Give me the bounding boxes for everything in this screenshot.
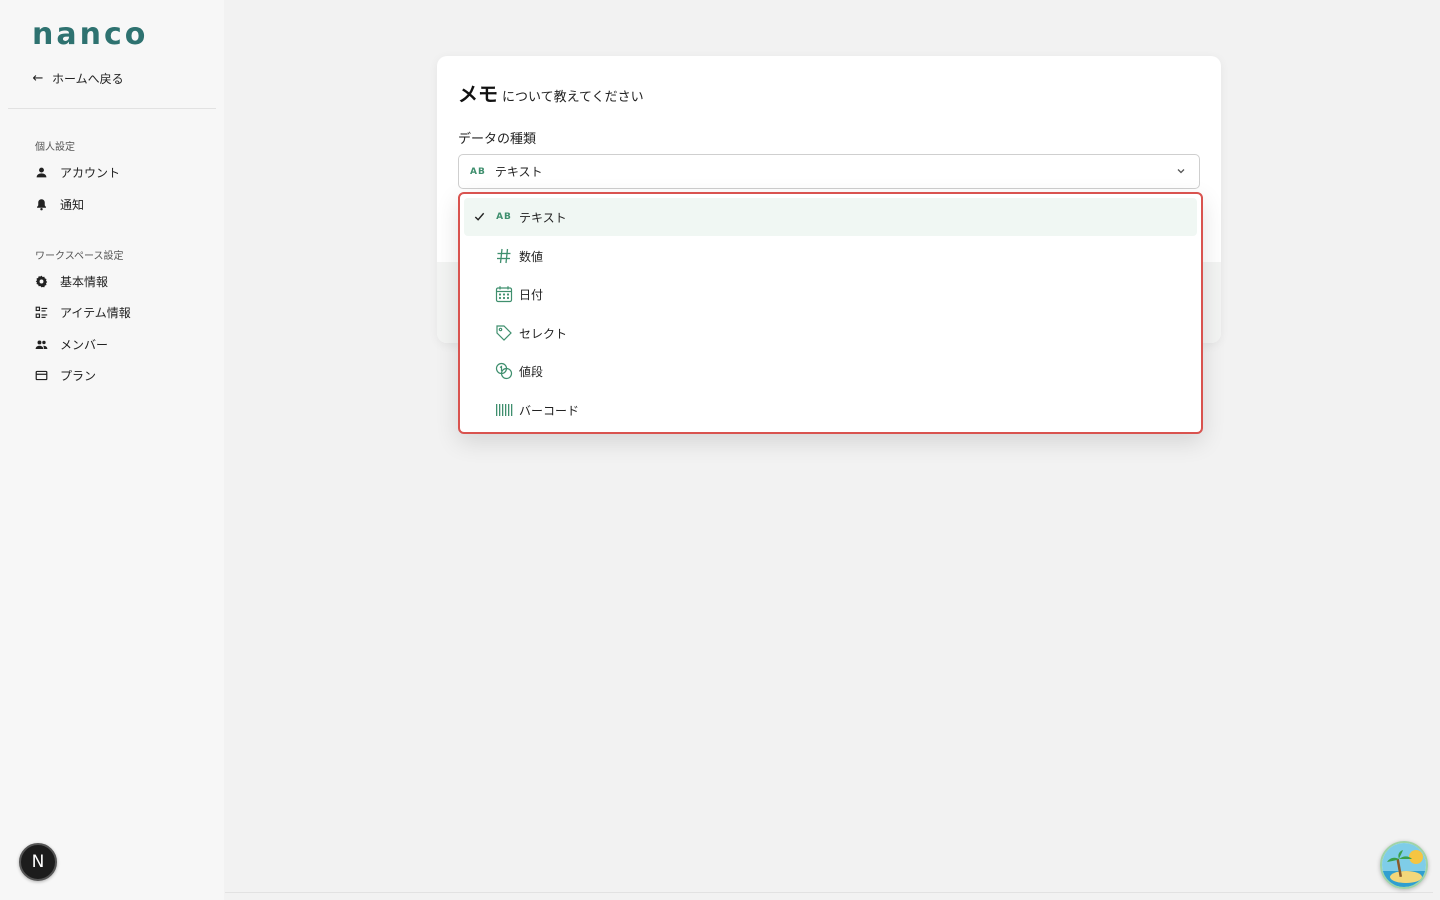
sidebar-item-label: プラン: [60, 368, 97, 383]
option-number[interactable]: 数値: [464, 237, 1197, 275]
data-type-select-value: テキスト: [494, 165, 543, 179]
data-type-select[interactable]: AB テキスト: [458, 154, 1200, 189]
barcode-icon: [495, 401, 513, 419]
option-label: セレクト: [519, 326, 568, 341]
data-type-label: データの種類: [458, 132, 537, 147]
person-icon: [35, 166, 48, 179]
list-icon: [35, 306, 48, 319]
option-label: 日付: [519, 288, 544, 302]
back-to-home-label: ホームへ戻る: [52, 72, 124, 86]
sidebar-item-label: 基本情報: [60, 274, 109, 289]
ab-text-icon: AB: [496, 212, 512, 222]
option-label: 値段: [519, 365, 544, 379]
sidebar-item-members[interactable]: メンバー: [35, 335, 108, 353]
section-title-workspace: ワークスペース設定: [35, 251, 124, 262]
gear-icon: [35, 275, 48, 288]
tag-icon: [495, 324, 513, 342]
arrow-left-icon: ←: [32, 71, 44, 86]
option-label: バーコード: [519, 403, 580, 418]
sidebar-item-label: アイテム情報: [60, 305, 131, 320]
option-text[interactable]: AB テキスト: [464, 198, 1197, 236]
option-price[interactable]: 値段: [464, 352, 1197, 390]
check-icon: [474, 212, 485, 221]
option-label: 数値: [519, 249, 544, 264]
calendar-icon: [495, 285, 513, 303]
back-to-home-link[interactable]: ← ホームへ戻る: [32, 70, 124, 87]
chevron-down-icon: [1177, 169, 1185, 174]
sidebar-divider: [8, 108, 216, 109]
modal-title: メモ について教えてください: [458, 78, 644, 107]
sidebar-item-label: メンバー: [60, 337, 109, 352]
data-type-dropdown: AB テキスト 数値 日付 セレクト 値段 バーコード: [458, 192, 1203, 434]
sidebar: nanco ← ホームへ戻る 個人設定 アカウント 通知 ワークスペース設定 基…: [0, 0, 224, 900]
card-icon: [35, 369, 48, 382]
group-icon: [35, 338, 48, 351]
user-avatar[interactable]: N: [19, 843, 57, 881]
modal-title-text: について教えてください: [502, 90, 644, 105]
sidebar-item-label: アカウント: [60, 165, 121, 180]
sidebar-item-notifications[interactable]: 通知: [35, 195, 84, 213]
island-avatar-icon[interactable]: [1380, 841, 1428, 889]
sidebar-item-account[interactable]: アカウント: [35, 163, 120, 181]
option-select[interactable]: セレクト: [464, 314, 1197, 352]
sidebar-item-basic-info[interactable]: 基本情報: [35, 272, 108, 290]
bell-icon: [35, 198, 48, 211]
section-title-personal: 個人設定: [35, 142, 75, 153]
ab-text-icon: AB: [470, 166, 486, 177]
option-date[interactable]: 日付: [464, 275, 1197, 313]
scrollbar[interactable]: [1433, 0, 1440, 900]
sidebar-item-label: 通知: [60, 197, 85, 212]
hash-icon: [495, 247, 513, 265]
coins-icon: [495, 362, 513, 380]
sidebar-item-plan[interactable]: プラン: [35, 366, 96, 384]
modal-title-field-name: メモ: [458, 82, 498, 106]
option-barcode[interactable]: バーコード: [464, 391, 1197, 429]
app-logo[interactable]: nanco: [32, 20, 148, 50]
sidebar-item-item-info[interactable]: アイテム情報: [35, 303, 131, 321]
option-label: テキスト: [519, 211, 567, 225]
